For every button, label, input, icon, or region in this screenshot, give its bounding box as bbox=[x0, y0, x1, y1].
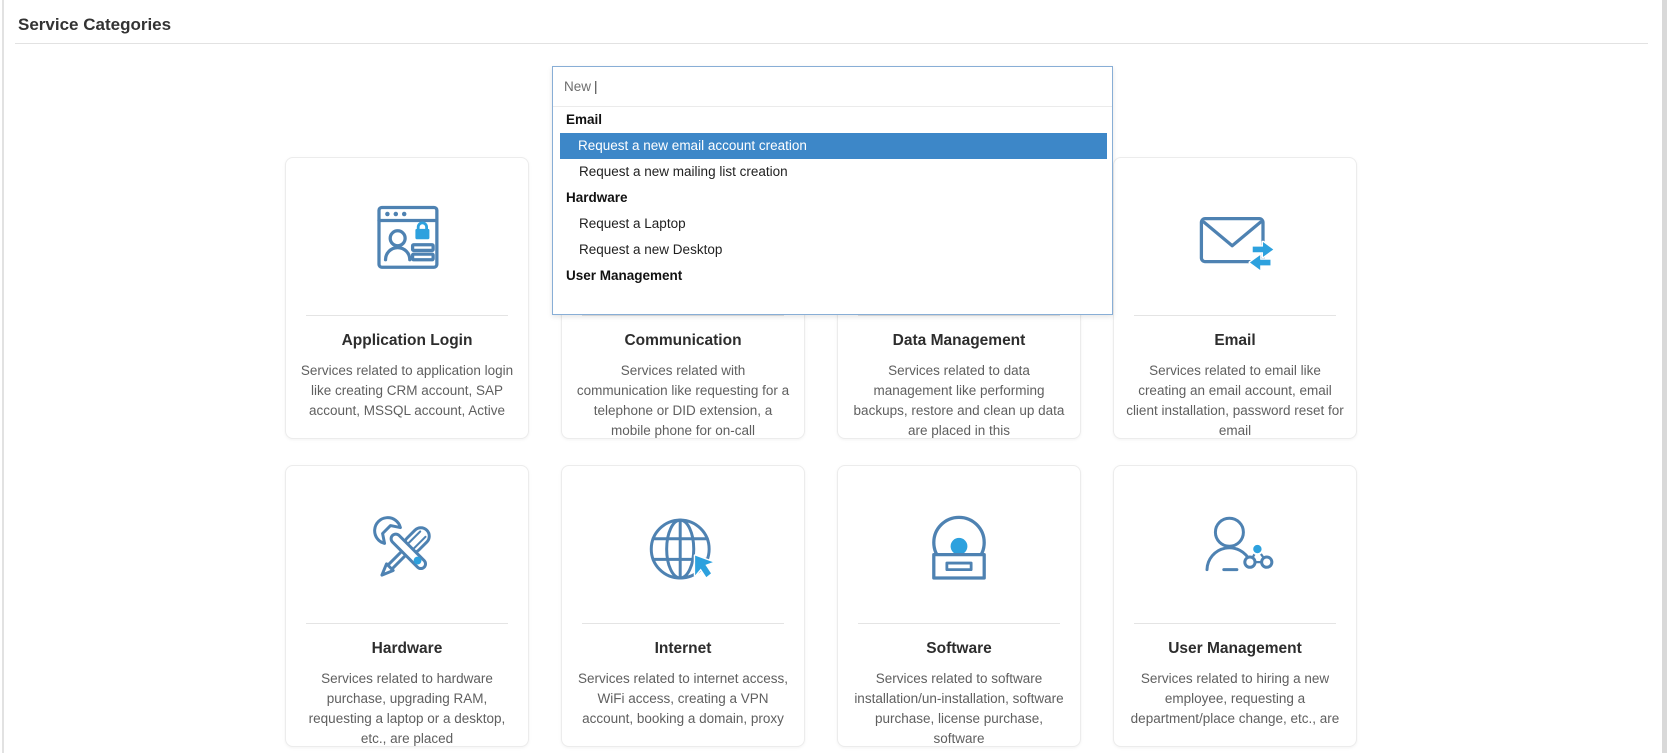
category-card-internet[interactable]: Internet Services related to internet ac… bbox=[561, 465, 805, 747]
card-divider bbox=[306, 623, 508, 624]
search-input-value: New bbox=[564, 79, 592, 94]
search-input[interactable]: New | bbox=[553, 67, 1112, 107]
category-description: Services related with communication like… bbox=[576, 363, 790, 438]
card-divider bbox=[582, 315, 784, 316]
category-description: Services related to application login li… bbox=[300, 363, 514, 418]
category-description: Services related to software installatio… bbox=[854, 671, 1064, 746]
suggestion-group-user-management: User Management bbox=[566, 268, 683, 283]
category-card-software[interactable]: Software Services related to software in… bbox=[837, 465, 1081, 747]
suggestion-group-email: Email bbox=[566, 112, 603, 127]
text-cursor: | bbox=[594, 79, 598, 94]
card-divider bbox=[858, 315, 1060, 316]
category-description: Services related to internet access, WiF… bbox=[577, 671, 789, 726]
category-card-email[interactable]: Email Services related to email like cre… bbox=[1113, 157, 1357, 439]
application-login-icon bbox=[286, 188, 528, 296]
category-description: Services related to hiring a new employe… bbox=[1130, 671, 1340, 726]
category-card-user-management[interactable]: User Management Services related to hiri… bbox=[1113, 465, 1357, 747]
card-divider bbox=[858, 623, 1060, 624]
category-title: Hardware bbox=[371, 640, 443, 657]
suggestion-item[interactable]: Request a new Desktop bbox=[553, 237, 1112, 263]
page-title: Service Categories bbox=[18, 15, 172, 34]
card-divider bbox=[1134, 315, 1336, 316]
category-card-hardware[interactable]: Hardware Services related to hardware pu… bbox=[285, 465, 529, 747]
category-title: Data Management bbox=[892, 332, 1026, 349]
suggestion-list: Email Request a new email account creatio… bbox=[553, 107, 1112, 289]
card-divider bbox=[582, 623, 784, 624]
card-divider bbox=[306, 315, 508, 316]
card-divider bbox=[1134, 623, 1336, 624]
user-management-icon bbox=[1114, 496, 1356, 604]
category-title: Internet bbox=[654, 640, 712, 657]
software-icon bbox=[838, 496, 1080, 604]
suggestion-item[interactable]: Request a Laptop bbox=[553, 211, 1112, 237]
search-suggestions-dropdown: New | Email Request a new email account c… bbox=[552, 66, 1113, 315]
content-left-border bbox=[2, 0, 4, 753]
category-description: Services related to hardware purchase, u… bbox=[308, 671, 506, 746]
category-title: Software bbox=[926, 640, 992, 657]
category-title: Communication bbox=[624, 332, 742, 349]
category-title: User Management bbox=[1168, 640, 1302, 657]
suggestion-item[interactable]: Request a new mailing list creation bbox=[553, 159, 1112, 185]
email-icon bbox=[1114, 188, 1356, 296]
category-title: Application Login bbox=[341, 332, 473, 349]
category-card-application-login[interactable]: Application Login Services related to ap… bbox=[285, 157, 529, 439]
category-description: Services related to email like creating … bbox=[1126, 363, 1344, 438]
category-description: Services related to data management like… bbox=[853, 363, 1065, 438]
title-divider bbox=[15, 43, 1648, 44]
vertical-scrollbar[interactable] bbox=[1662, 0, 1667, 753]
suggestion-group-hardware: Hardware bbox=[566, 190, 628, 205]
category-title: Email bbox=[1214, 332, 1256, 349]
suggestion-item[interactable]: Request a new email account creation bbox=[560, 133, 1107, 159]
hardware-icon bbox=[286, 496, 528, 604]
internet-icon bbox=[562, 496, 804, 604]
service-categories-page: Service Categories Application Login Ser… bbox=[0, 0, 1667, 753]
